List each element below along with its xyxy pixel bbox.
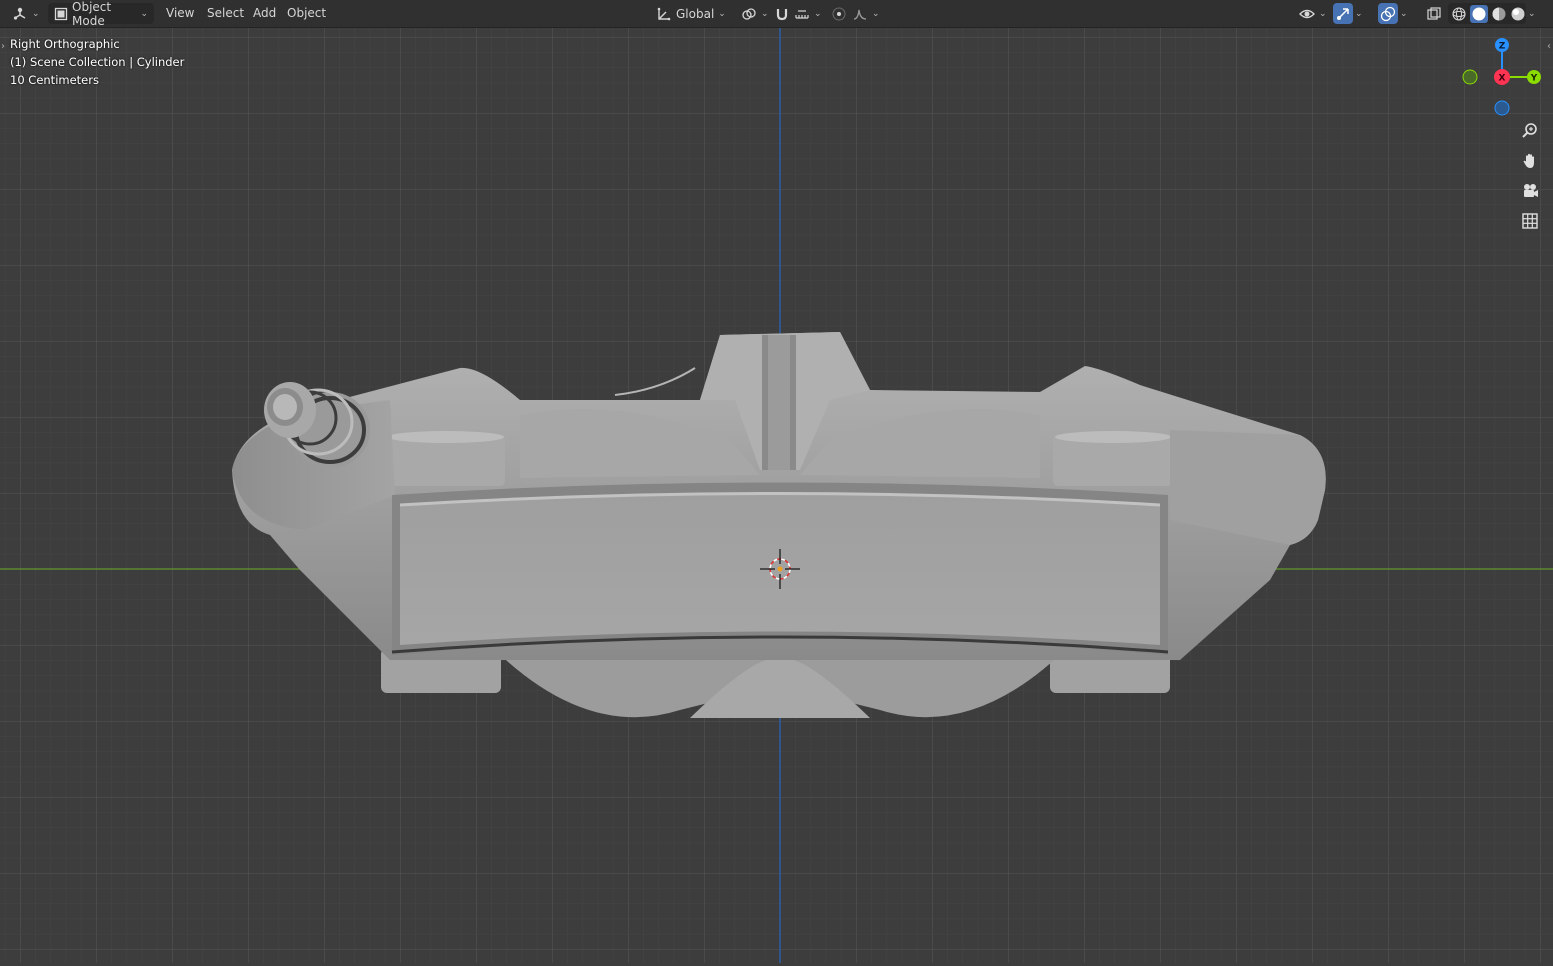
snap-increment-icon (794, 6, 810, 22)
menu-select[interactable]: Select (201, 3, 250, 24)
view-name: Right Orthographic (10, 37, 120, 51)
3d-viewport[interactable]: Right Orthographic (1) Scene Collection … (0, 0, 1553, 963)
neg-z-axis-handle (1494, 100, 1510, 116)
3d-viewport-icon (12, 6, 28, 22)
editor-type-button[interactable]: ⌄ (6, 3, 42, 24)
toolbar-expand-icon[interactable]: › (1, 41, 5, 52)
viewport-header: ⌄ Object Mode ⌄ View Select Add Object G… (0, 0, 1553, 28)
chevron-down-icon: ⌄ (1528, 8, 1536, 19)
camera-icon[interactable] (1518, 179, 1542, 203)
shading-mode-group (1448, 3, 1526, 24)
xray-toggle[interactable] (1424, 3, 1444, 24)
object-visibility-dropdown[interactable]: ⌄ (1296, 3, 1330, 24)
chevron-down-icon: ⌄ (1355, 8, 1363, 19)
gizmo-toggle[interactable] (1333, 3, 1353, 24)
transform-orientation-icon (656, 6, 672, 22)
zoom-icon[interactable] (1518, 119, 1542, 143)
chevron-down-icon: ⌄ (761, 8, 769, 19)
chevron-down-icon: ⌄ (718, 8, 726, 19)
viewport-info: Right Orthographic (1) Scene Collection … (10, 35, 184, 89)
falloff-curve-icon (852, 6, 868, 22)
chevron-down-icon: ⌄ (140, 8, 148, 19)
chevron-down-icon: ⌄ (1319, 8, 1327, 19)
proportional-edit-icon (831, 6, 847, 22)
mode-label: Object Mode (72, 0, 112, 28)
magnet-snap-icon (774, 6, 790, 22)
pivot-point-dropdown[interactable]: ⌄ (735, 3, 769, 24)
solid-shading-icon[interactable] (1470, 4, 1488, 23)
chevron-down-icon: ⌄ (1400, 8, 1408, 19)
neg-y-axis-handle (1462, 69, 1478, 85)
rendered-shading-icon[interactable] (1510, 6, 1526, 22)
overlay-dropdown[interactable]: ⌄ (1398, 3, 1414, 24)
snap-target-dropdown[interactable]: ⌄ (792, 3, 824, 24)
orientation-label: Global (676, 6, 715, 21)
x-axis-label: X (1499, 74, 1506, 84)
pan-hand-icon[interactable] (1518, 149, 1542, 173)
chevron-down-icon: ⌄ (32, 8, 40, 19)
transform-orientation-dropdown[interactable]: Global ⌄ (650, 3, 730, 24)
grid-view-icon[interactable] (1518, 209, 1542, 233)
grid-scale: 10 Centimeters (10, 73, 99, 87)
menu-view[interactable]: View (160, 3, 200, 24)
xray-toggle-icon (1426, 6, 1442, 22)
navigation-gizmo[interactable]: Z Y X (1455, 33, 1550, 123)
overlay-toggle[interactable] (1378, 3, 1398, 24)
z-axis-label: Z (1499, 42, 1506, 52)
viewport-canvas (0, 27, 1553, 963)
chevron-down-icon: ⌄ (872, 8, 880, 19)
falloff-dropdown[interactable]: ⌄ (850, 3, 882, 24)
y-axis-label: Y (1530, 74, 1538, 84)
gizmo-dropdown[interactable]: ⌄ (1353, 3, 1369, 24)
material-preview-shading-icon[interactable] (1491, 6, 1507, 22)
collection-info: (1) Scene Collection | Cylinder (10, 55, 185, 69)
pivot-point-icon (741, 6, 757, 22)
overlay-toggle-icon (1380, 6, 1396, 22)
mode-dropdown[interactable]: Object Mode ⌄ (48, 0, 154, 28)
wireframe-shading-icon[interactable] (1451, 6, 1467, 22)
chevron-down-icon: ⌄ (814, 8, 822, 19)
shading-dropdown[interactable]: ⌄ (1526, 3, 1542, 24)
proportional-edit-toggle[interactable] (829, 3, 849, 24)
gizmo-toggle-icon (1335, 6, 1351, 22)
menu-object[interactable]: Object (281, 3, 332, 24)
eye-visibility-icon (1299, 6, 1315, 22)
object-mode-icon (54, 7, 68, 21)
menu-add[interactable]: Add (247, 3, 282, 24)
snap-toggle[interactable] (772, 3, 792, 24)
